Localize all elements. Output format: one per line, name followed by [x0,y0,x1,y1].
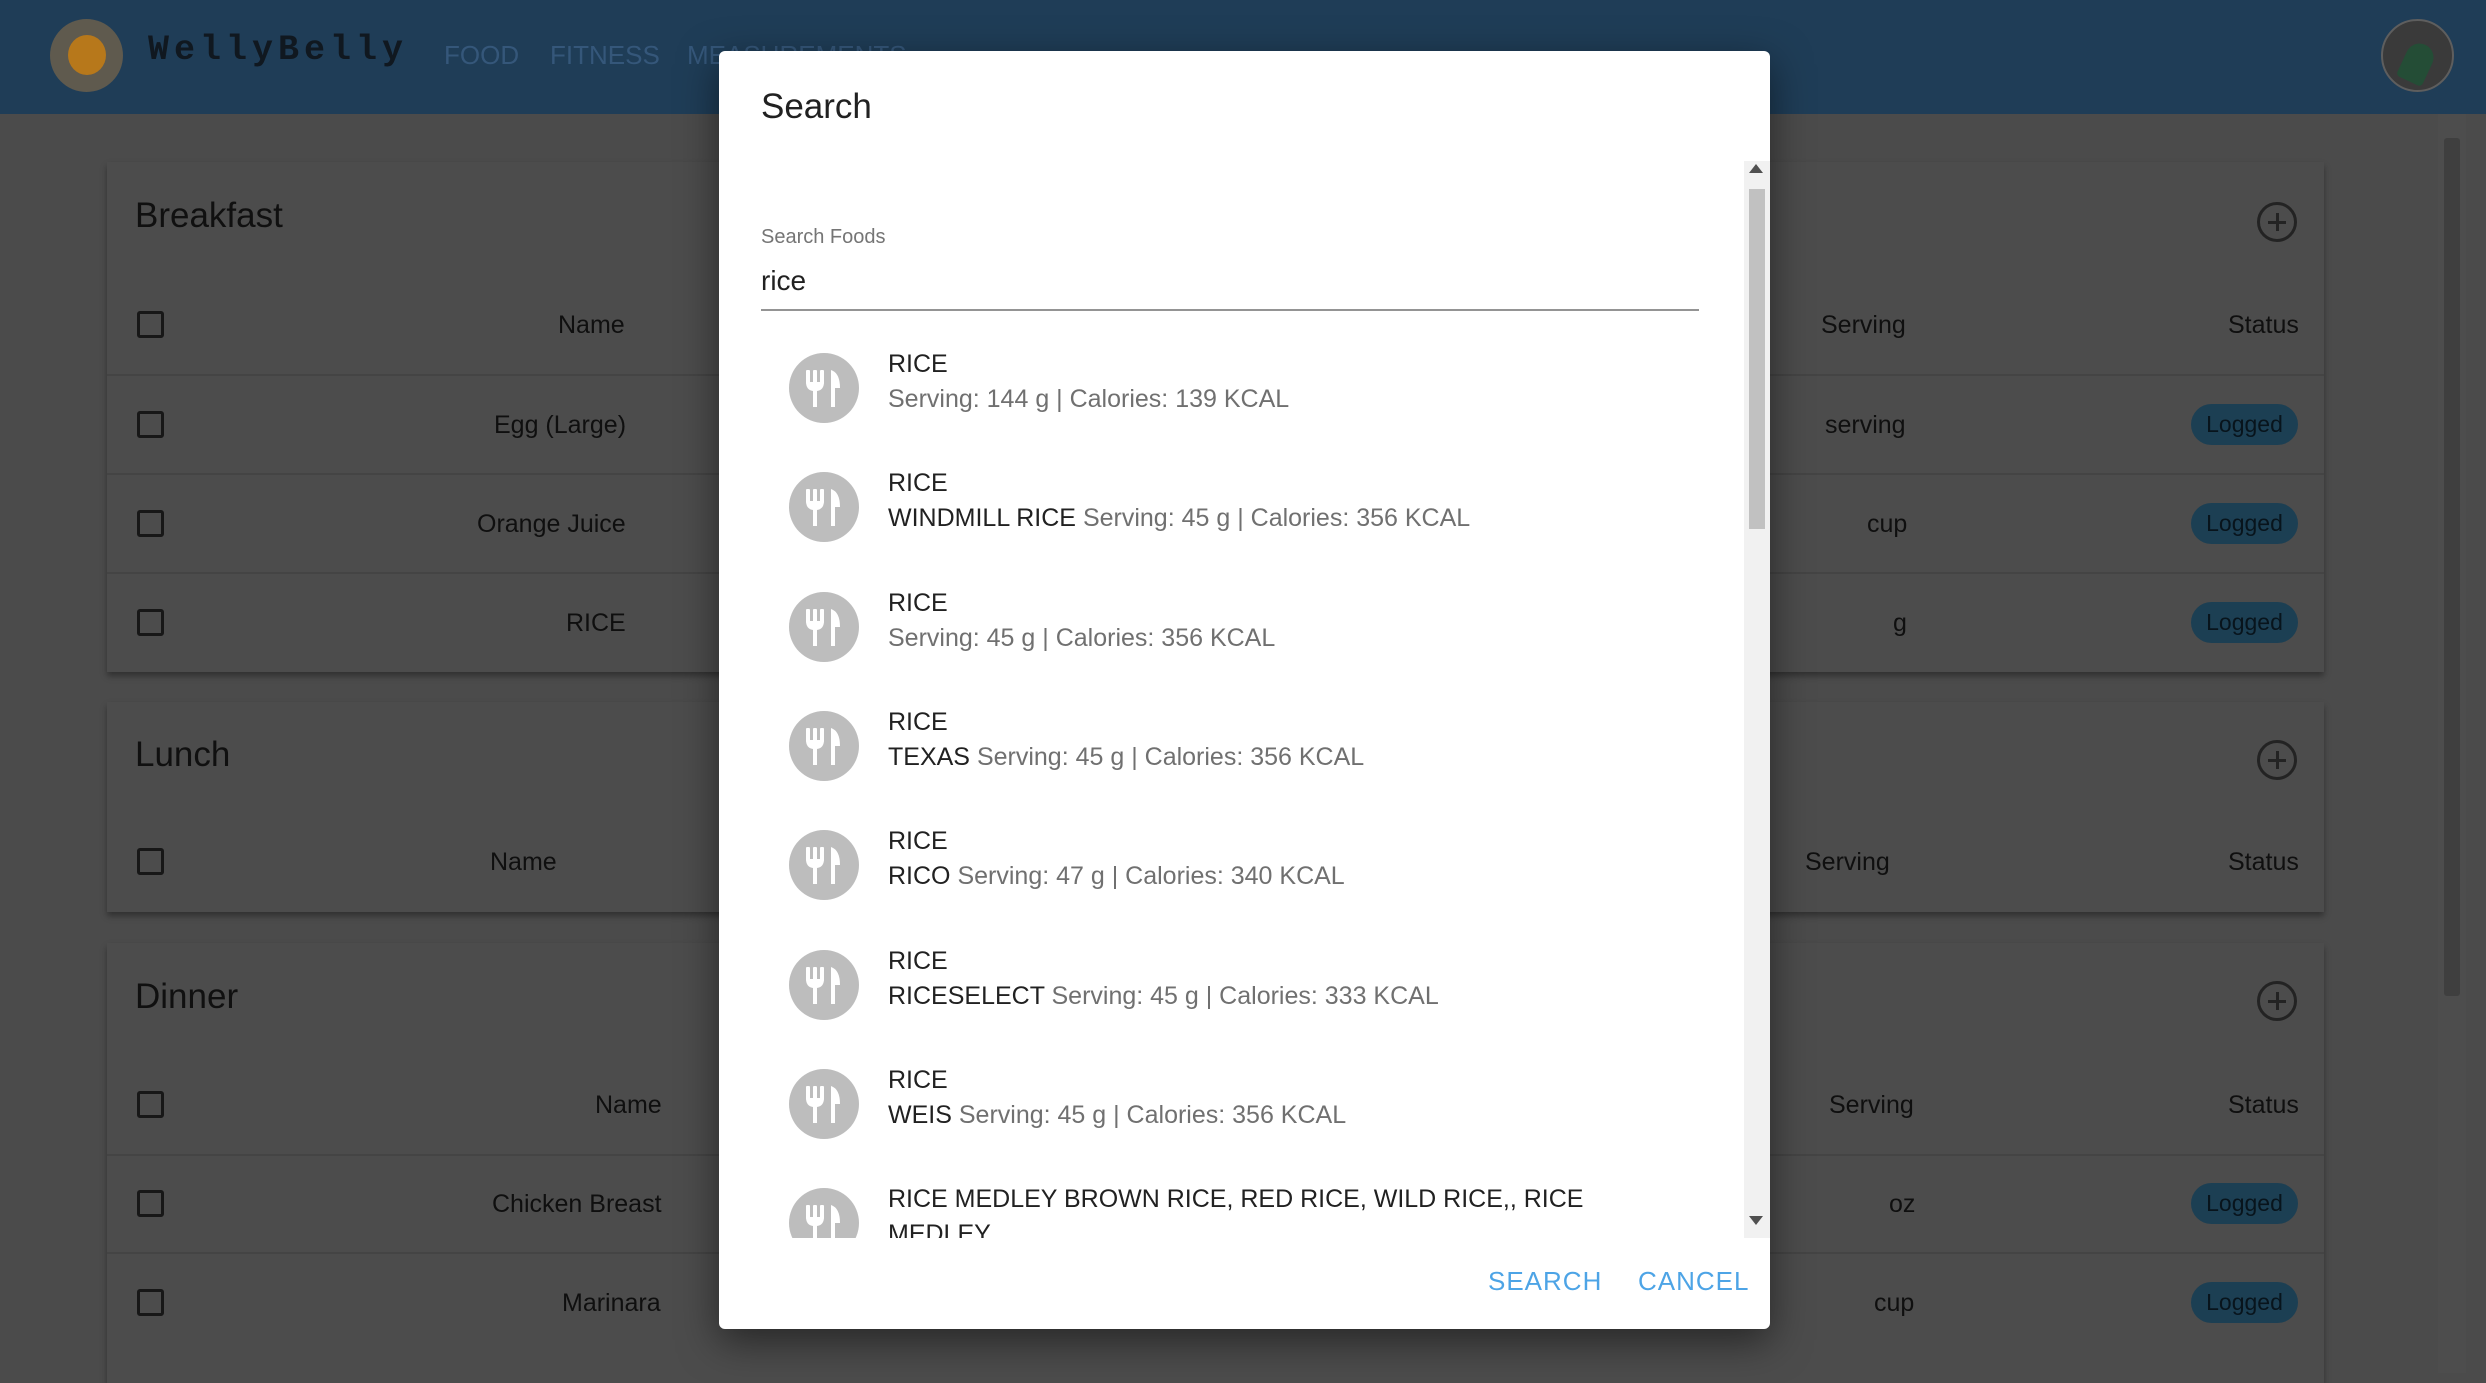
breakfast-select-all-checkbox[interactable] [137,311,164,338]
lunch-status-header[interactable]: Status [2228,848,2299,877]
search-dialog: Search Search Foods RICE Serving: 144 g |… [719,51,1770,1329]
row-checkbox[interactable] [137,1289,164,1316]
brand-name: WellyBelly [148,30,409,70]
silverware-fork-knife-icon [789,830,859,901]
result-detail: Serving: 45 g | Calories: 356 KCAL [976,742,1365,771]
result-subtitle: Serving: 45 g | Calories: 356 KCAL [888,621,1648,656]
scroll-down-arrow-icon[interactable] [1749,1216,1763,1225]
status-badge: Logged [2191,1183,2298,1224]
search-foods-input[interactable] [761,259,1699,303]
search-result-item[interactable]: RICE WEIS Serving: 45 g | Calories: 356 K… [761,1049,1699,1168]
silverware-fork-knife-icon [789,353,859,423]
result-title: RICE MEDLEY BROWN RICE, RED RICE, WILD R… [888,1185,1584,1238]
food-serving: oz [1889,1190,1916,1218]
food-name: Egg (Large) [494,411,627,439]
dialog-scrollbar-thumb[interactable] [1749,189,1765,529]
cancel-button[interactable]: CANCEL [1638,1266,1749,1297]
search-button[interactable]: SEARCH [1488,1266,1602,1297]
orange-logo-icon [68,35,106,75]
food-serving: cup [1867,510,1908,538]
breakfast-serving-header[interactable]: Serving [1821,311,1906,340]
page-scrollbar-thumb[interactable] [2444,138,2460,996]
row-checkbox[interactable] [137,411,164,438]
result-brand: RICESELECT [888,981,1045,1010]
search-field-underline [761,309,1699,311]
result-title: RICE [888,588,948,617]
result-subtitle: WINDMILL RICE Serving: 45 g | Calories: … [888,501,1648,536]
result-brand: WINDMILL RICE [888,504,1076,533]
row-checkbox[interactable] [137,510,164,537]
result-title: RICE [888,469,948,498]
result-brand: WEIS [888,1100,952,1129]
silverware-fork-knife-icon [789,472,859,543]
silverware-fork-knife-icon [789,949,859,1020]
food-name: Marinara [562,1289,661,1317]
result-detail: Serving: 45 g | Calories: 333 KCAL [1051,981,1439,1010]
profile-avatar[interactable] [2381,19,2454,92]
dinner-status-header[interactable]: Status [2228,1091,2299,1120]
silverware-fork-knife-icon [789,710,859,781]
result-brand: TEXAS [888,742,970,771]
food-name: Chicken Breast [492,1190,662,1218]
nav-food[interactable]: FOOD [444,40,519,71]
silverware-fork-knife-icon [789,1068,859,1139]
result-brand: RICO [888,862,951,891]
lunch-select-all-checkbox[interactable] [137,848,164,875]
result-subtitle: Serving: 144 g | Calories: 139 KCAL [888,382,1648,417]
lunch-name-header[interactable]: Name [490,848,557,877]
dinner-select-all-checkbox[interactable] [137,1091,164,1118]
dinner-serving-header[interactable]: Serving [1829,1091,1914,1120]
result-subtitle: RICESELECT Serving: 45 g | Calories: 333… [888,979,1648,1014]
dinner-title: Dinner [135,977,239,1016]
add-dinner-icon[interactable] [2257,981,2297,1021]
search-result-item[interactable]: RICE RICESELECT Serving: 45 g | Calories:… [761,930,1699,1049]
search-result-item[interactable]: RICE Serving: 45 g | Calories: 356 KCAL [761,572,1699,691]
status-badge: Logged [2191,602,2298,643]
scroll-up-arrow-icon[interactable] [1749,164,1763,173]
result-title: RICE [888,946,948,975]
result-subtitle: WEIS Serving: 45 g | Calories: 356 KCAL [888,1098,1648,1133]
result-detail: Serving: 45 g | Calories: 356 KCAL [888,623,1276,652]
row-checkbox[interactable] [137,609,164,636]
breakfast-title: Breakfast [135,196,283,235]
dinner-name-header[interactable]: Name [595,1091,662,1120]
result-detail: Serving: 47 g | Calories: 340 KCAL [957,862,1345,891]
food-serving: g [1893,609,1907,637]
search-result-item[interactable]: RICE Serving: 144 g | Calories: 139 KCAL [761,333,1699,452]
result-subtitle: RICO Serving: 47 g | Calories: 340 KCAL [888,859,1648,894]
food-name: Orange Juice [477,510,626,538]
search-result-item[interactable]: RICE WINDMILL RICE Serving: 45 g | Calori… [761,452,1699,571]
result-detail: Serving: 144 g | Calories: 139 KCAL [888,385,1290,413]
silverware-fork-knife-icon [789,591,859,662]
result-title: RICE [888,350,948,378]
silverware-fork-knife-icon [789,1188,859,1238]
status-badge: Logged [2191,503,2298,544]
result-title: RICE [888,1065,948,1094]
row-checkbox[interactable] [137,1190,164,1217]
status-badge: Logged [2191,404,2298,445]
breakfast-name-header[interactable]: Name [558,311,625,340]
nav-fitness[interactable]: FITNESS [550,40,660,71]
food-serving: serving [1825,411,1906,439]
lunch-serving-header[interactable]: Serving [1805,848,1890,877]
add-lunch-icon[interactable] [2257,740,2297,780]
food-name: RICE [566,609,626,637]
result-title: RICE [888,827,948,856]
add-breakfast-icon[interactable] [2257,202,2297,242]
search-result-item[interactable]: RICE MEDLEY BROWN RICE, RED RICE, WILD R… [761,1168,1699,1238]
result-detail: Serving: 45 g | Calories: 356 KCAL [1082,504,1471,533]
search-field-label: Search Foods [761,226,886,248]
search-result-item[interactable]: RICE TEXAS Serving: 45 g | Calories: 356 … [761,691,1699,810]
result-title: RICE [888,707,948,736]
result-subtitle: TEXAS Serving: 45 g | Calories: 356 KCAL [888,740,1648,775]
status-badge: Logged [2191,1282,2298,1323]
dialog-content[interactable]: Search Foods RICE Serving: 144 g | Calori… [761,161,1744,1238]
breakfast-status-header[interactable]: Status [2228,311,2299,340]
dialog-title: Search [761,87,872,126]
lunch-title: Lunch [135,735,231,774]
food-serving: cup [1874,1289,1915,1317]
result-detail: Serving: 45 g | Calories: 356 KCAL [958,1100,1347,1129]
search-result-item[interactable]: RICE RICO Serving: 47 g | Calories: 340 K… [761,810,1699,929]
